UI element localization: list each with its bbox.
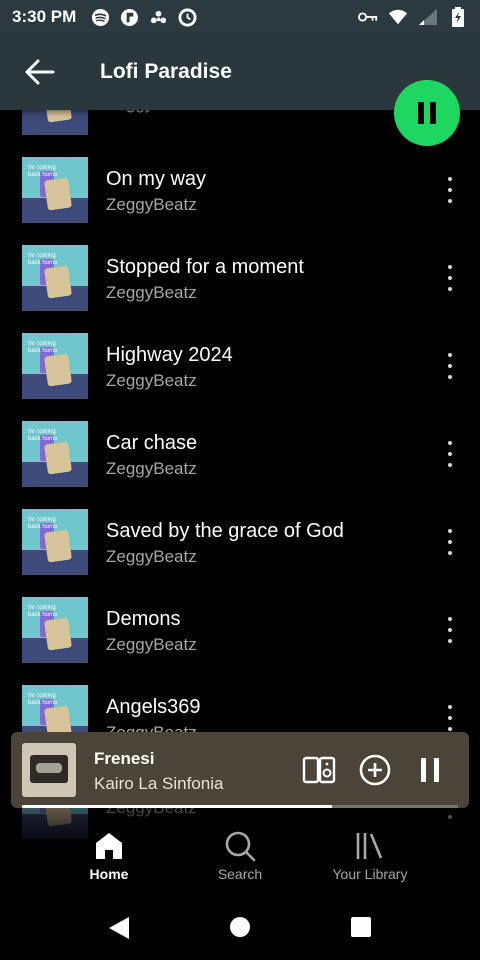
pause-icon bbox=[421, 758, 439, 782]
track-artist: ZeggyBeatz bbox=[106, 282, 197, 302]
plus-circle-icon bbox=[359, 754, 391, 786]
track-more-options-button[interactable] bbox=[446, 353, 454, 379]
cover-text: Im coming back home bbox=[28, 165, 58, 178]
nav-home-label: Home bbox=[89, 866, 129, 882]
system-back-button[interactable] bbox=[107, 915, 133, 941]
pause-icon bbox=[418, 102, 436, 124]
nav-search-label: Search bbox=[217, 866, 263, 882]
track-cover-art: Im coming back home bbox=[22, 597, 88, 663]
status-icons-left bbox=[90, 7, 197, 27]
status-time: 3:30 PM bbox=[12, 7, 77, 26]
nav-home[interactable]: Home bbox=[54, 830, 164, 882]
cover-text: Im coming back home bbox=[28, 517, 58, 530]
system-recents-button[interactable] bbox=[349, 915, 375, 941]
playlist-pause-button[interactable] bbox=[394, 80, 460, 146]
game-icon bbox=[148, 7, 168, 27]
playback-progress-bar[interactable] bbox=[22, 805, 458, 808]
back-button[interactable] bbox=[10, 42, 70, 102]
track-title: On my way bbox=[106, 167, 207, 190]
key-icon bbox=[358, 7, 378, 27]
home-icon bbox=[96, 833, 122, 859]
mini-player[interactable]: Frenesi Kairo La Sinfonia bbox=[11, 732, 469, 808]
search-icon bbox=[225, 831, 256, 862]
system-home-button[interactable] bbox=[228, 915, 254, 941]
track-row[interactable]: Im coming back home Stopped for a moment Z… bbox=[0, 234, 480, 322]
track-text: Car chase ZeggyBeatz bbox=[106, 430, 480, 479]
bottom-navigation: Home Search Your Library bbox=[0, 808, 480, 894]
track-artist: ZeggyBeatz bbox=[106, 634, 197, 654]
track-more-options-button[interactable] bbox=[446, 529, 454, 555]
mini-pause-button[interactable] bbox=[412, 752, 448, 788]
circle-home-icon bbox=[230, 917, 250, 937]
track-text: Highway 2024 ZeggyBeatz bbox=[106, 342, 480, 391]
add-to-library-button[interactable] bbox=[357, 752, 393, 788]
system-navigation-bar bbox=[0, 894, 480, 960]
track-title: Stopped for a moment bbox=[106, 255, 304, 278]
cover-text: Im coming back home bbox=[28, 693, 58, 706]
page-title: Lofi Paradise bbox=[100, 60, 232, 83]
nav-search[interactable]: Search bbox=[185, 830, 295, 882]
spotify-icon bbox=[90, 7, 110, 27]
track-artist: ZeggyBeatz bbox=[106, 194, 197, 214]
track-row[interactable]: Im coming back home Demons ZeggyBeatz bbox=[0, 586, 480, 674]
battery-icon bbox=[448, 7, 468, 27]
track-cover-art: Im coming back home bbox=[22, 333, 88, 399]
track-artist: ZeggyBeatz bbox=[106, 546, 197, 566]
track-row[interactable]: Im coming back home Saved by the grace of… bbox=[0, 498, 480, 586]
track-title: Car chase bbox=[106, 431, 198, 454]
track-more-options-button[interactable] bbox=[446, 441, 454, 467]
sync-icon bbox=[177, 7, 197, 27]
track-title: Angels369 bbox=[106, 695, 201, 718]
track-cover-art: Im coming back home bbox=[22, 245, 88, 311]
now-playing-artwork bbox=[22, 743, 76, 797]
track-text: On my way ZeggyBeatz bbox=[106, 166, 480, 215]
status-bar: 3:30 PM bbox=[0, 0, 480, 34]
track-more-options-button[interactable] bbox=[446, 617, 454, 643]
track-cover-art: Im coming back home bbox=[22, 421, 88, 487]
track-text: Saved by the grace of God ZeggyBeatz bbox=[106, 518, 480, 567]
track-more-options-button[interactable] bbox=[446, 705, 454, 731]
cover-text: Im coming back home bbox=[28, 605, 58, 618]
wifi-icon bbox=[388, 7, 408, 27]
track-title: Highway 2024 bbox=[106, 343, 233, 366]
status-icons-right bbox=[358, 7, 468, 27]
triangle-back-icon bbox=[109, 917, 129, 939]
now-playing-title: Frenesi bbox=[94, 749, 155, 768]
track-title: Saved by the grace of God bbox=[106, 519, 344, 542]
track-text: Stopped for a moment ZeggyBeatz bbox=[106, 254, 480, 303]
playback-progress-fill bbox=[22, 805, 332, 808]
cover-text: Im coming back home bbox=[28, 341, 58, 354]
track-artist: ZeggyBeatz bbox=[106, 370, 197, 390]
track-title: Demons bbox=[106, 607, 181, 630]
cover-text: Im coming back home bbox=[28, 429, 58, 442]
now-playing-artist: Kairo La Sinfonia bbox=[94, 774, 224, 793]
connect-device-button[interactable] bbox=[301, 752, 337, 788]
connect-device-icon bbox=[302, 756, 336, 784]
library-icon bbox=[356, 833, 383, 859]
track-cover-art: Im coming back home bbox=[22, 509, 88, 575]
track-more-options-button[interactable] bbox=[446, 177, 454, 203]
square-recents-icon bbox=[351, 917, 371, 937]
track-text: Demons ZeggyBeatz bbox=[106, 606, 480, 655]
track-artist: ZeggyBeatz bbox=[106, 458, 197, 478]
track-more-options-button[interactable] bbox=[446, 265, 454, 291]
app-icon bbox=[119, 7, 139, 27]
track-row[interactable]: Im coming back home Highway 2024 ZeggyBeat… bbox=[0, 322, 480, 410]
track-row[interactable]: Im coming back home Car chase ZeggyBeatz bbox=[0, 410, 480, 498]
track-row[interactable]: Im coming back home On my way ZeggyBeatz bbox=[0, 146, 480, 234]
arrow-left-icon bbox=[25, 59, 55, 85]
signal-icon bbox=[418, 7, 438, 27]
track-cover-art: Im coming back home bbox=[22, 157, 88, 223]
nav-library-label: Your Library bbox=[332, 866, 408, 882]
nav-library[interactable]: Your Library bbox=[315, 830, 425, 882]
cover-text: Im coming back home bbox=[28, 253, 58, 266]
